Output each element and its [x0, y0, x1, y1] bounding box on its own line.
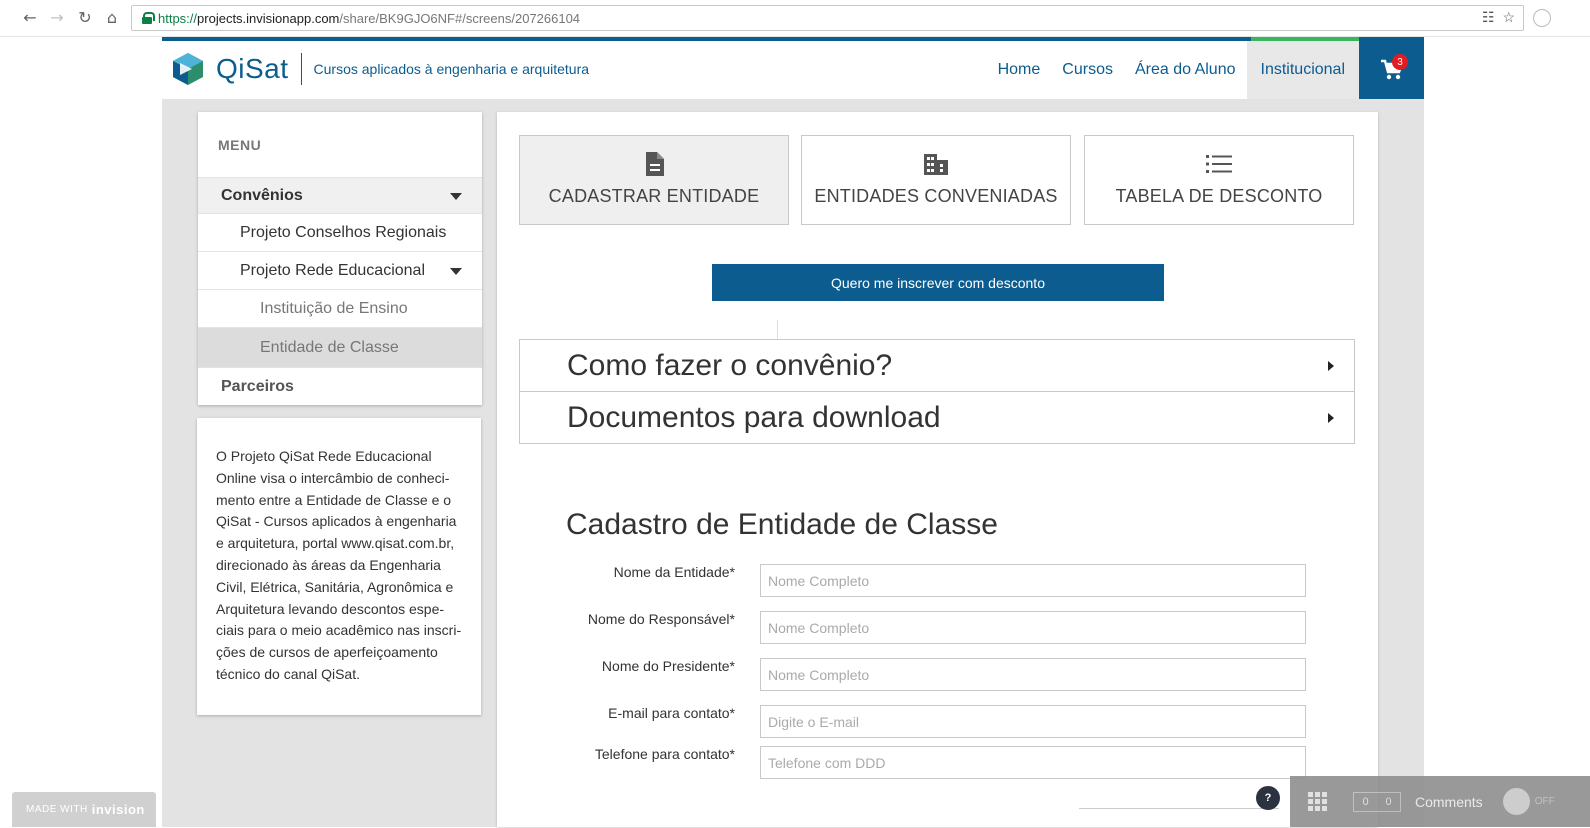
back-arrow-icon[interactable]: ←: [19, 6, 41, 28]
counter-b: 0: [1385, 795, 1392, 808]
tile-label: TABELA DE DESCONTO: [1115, 186, 1323, 206]
nav-area-do-aluno[interactable]: Área do Aluno: [1124, 41, 1247, 99]
accordion-documentos[interactable]: Documentos para download: [519, 391, 1355, 444]
extension-icon[interactable]: [1533, 9, 1551, 27]
field-label: E-mail para contato*: [608, 705, 735, 721]
form-title: Cadastro de Entidade de Classe: [566, 508, 998, 541]
url-path: /share/BK9GJO6NF#/screens/207266104: [339, 10, 581, 26]
nav-home[interactable]: Home: [987, 41, 1052, 99]
list-icon: [1206, 150, 1232, 178]
main-panel: CADASTRAR ENTIDADE ENTIDADES CONVENIADAS…: [497, 112, 1378, 827]
home-icon[interactable]: ⌂: [101, 6, 123, 28]
tile-entidades-conveniadas[interactable]: ENTIDADES CONVENIADAS: [801, 135, 1071, 225]
sidebar-item-rede-educacional[interactable]: Projeto Rede Educacional: [198, 251, 482, 289]
accordion-como-fazer[interactable]: Como fazer o convênio?: [519, 339, 1355, 392]
sidebar-item-conselhos-regionais[interactable]: Projeto Conselhos Regionais: [198, 213, 482, 251]
cart-button[interactable]: 3: [1359, 41, 1424, 99]
nome-presidente-input[interactable]: [760, 658, 1306, 691]
comments-toggle[interactable]: [1502, 788, 1530, 815]
lock-icon: [142, 12, 155, 24]
field-row-telefone: Telefone para contato*: [497, 746, 1378, 779]
help-button[interactable]: ?: [1256, 786, 1280, 810]
sidebar-item-instituicao-de-ensino[interactable]: Instituição de Ensino: [198, 289, 482, 327]
toggle-state-label: OFF: [1534, 796, 1555, 807]
invision-logo: invision: [91, 802, 145, 817]
tile-tabela-de-desconto[interactable]: TABELA DE DESCONTO: [1084, 135, 1354, 225]
nav-institucional[interactable]: Institucional: [1246, 41, 1359, 99]
project-description: O Projeto QiSat Rede Educacional Online …: [197, 418, 481, 715]
main-nav: Home Cursos Área do Aluno Institucional: [987, 41, 1359, 99]
nav-cursos[interactable]: Cursos: [1051, 41, 1124, 99]
sidebar-item-label: Entidade de Classe: [260, 338, 399, 356]
cart-count-badge: 3: [1392, 54, 1408, 70]
made-with-invision-badge[interactable]: MADE WITH invision: [12, 792, 156, 827]
divider: [777, 320, 778, 340]
nome-responsavel-input[interactable]: [760, 611, 1306, 644]
browser-toolbar: ← → ↻ ⌂ https://projects.invisionapp.com…: [0, 0, 1590, 37]
url-protocol: https://: [158, 10, 198, 26]
document-icon: [644, 150, 664, 178]
logo-name: QiSat: [216, 53, 289, 84]
site-header: QiSat Cursos aplicados à engenharia e ar…: [162, 37, 1424, 99]
sidebar-menu: MENU Convênios Projeto Conselhos Regiona…: [198, 112, 482, 405]
sidebar-item-label: Instituição de Ensino: [260, 299, 408, 317]
logo-tagline: Cursos aplicados à engenharia e arquitet…: [313, 61, 590, 77]
menu-title: MENU: [218, 136, 262, 153]
caret-down-icon: [450, 267, 462, 275]
field-row-nome-entidade: Nome da Entidade*: [497, 564, 1378, 597]
tile-cadastrar-entidade[interactable]: CADASTRAR ENTIDADE: [519, 135, 789, 225]
nome-entidade-input[interactable]: [760, 564, 1306, 597]
bookmark-star-icon[interactable]: ☆: [1502, 9, 1515, 26]
building-icon: [923, 150, 949, 178]
caret-down-icon: [450, 192, 462, 200]
sidebar-item-label: Projeto Conselhos Regionais: [240, 223, 447, 241]
field-row-nome-responsavel: Nome do Responsável*: [497, 611, 1378, 644]
field-label: Nome da Entidade*: [613, 564, 735, 580]
form-footer-edge: [1079, 808, 1279, 828]
field-row-email: E-mail para contato*: [497, 705, 1378, 738]
sidebar-item-entidade-de-classe[interactable]: Entidade de Classe: [198, 327, 482, 367]
reload-icon[interactable]: ↻: [74, 6, 96, 28]
invision-toolbar: 0 0 Comments OFF: [1290, 776, 1590, 827]
sidebar-item-label: Convênios: [221, 186, 303, 204]
page-stage: QiSat Cursos aplicados à engenharia e ar…: [162, 37, 1424, 827]
email-field[interactable]: [760, 705, 1306, 738]
translate-icon[interactable]: ☷: [1482, 9, 1495, 26]
accordion-label: Documentos para download: [567, 400, 941, 434]
caret-right-icon: [1328, 360, 1334, 371]
telefone-field[interactable]: [760, 746, 1306, 779]
tile-label: ENTIDADES CONVENIADAS: [814, 186, 1058, 206]
description-text: O Projeto QiSat Rede Educacional Online …: [216, 448, 462, 682]
accordion-label: Como fazer o convênio?: [567, 348, 893, 382]
caret-right-icon: [1328, 412, 1334, 423]
sidebar-item-label: Projeto Rede Educacional: [240, 261, 426, 279]
screens-grid-icon[interactable]: [1308, 792, 1327, 811]
counter-a: 0: [1362, 795, 1369, 808]
logo-divider: [300, 53, 302, 85]
forward-arrow-icon[interactable]: →: [46, 6, 68, 28]
sidebar-item-parceiros[interactable]: Parceiros: [198, 367, 482, 405]
logo[interactable]: QiSat Cursos aplicados à engenharia e ar…: [170, 51, 589, 87]
field-label: Nome do Presidente*: [601, 658, 735, 674]
tile-label: CADASTRAR ENTIDADE: [548, 186, 760, 206]
address-bar[interactable]: https://projects.invisionapp.com/share/B…: [131, 5, 1524, 31]
sidebar-item-convenios[interactable]: Convênios: [198, 177, 482, 213]
discount-signup-button[interactable]: Quero me inscrever com desconto: [712, 264, 1164, 301]
made-with-label: MADE WITH: [26, 804, 88, 815]
field-label: Nome do Responsável*: [587, 611, 735, 627]
sidebar-item-label: Parceiros: [221, 377, 294, 395]
qisat-logo-icon: [170, 51, 206, 87]
field-row-nome-presidente: Nome do Presidente*: [497, 658, 1378, 691]
comments-button[interactable]: Comments: [1415, 794, 1483, 810]
url-host: projects.invisionapp.com: [197, 10, 340, 26]
field-label: Telefone para contato*: [594, 746, 735, 762]
comment-counter: 0 0: [1353, 791, 1401, 812]
